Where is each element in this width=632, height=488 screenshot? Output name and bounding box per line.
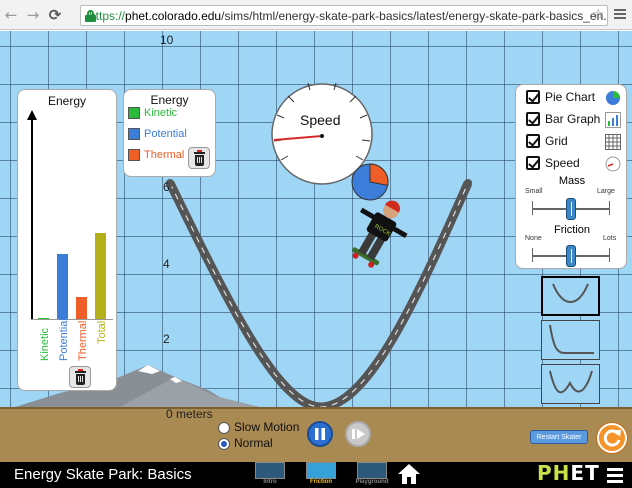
slow-motion-label: Slow Motion bbox=[234, 420, 300, 434]
checkbox-checked-icon bbox=[526, 112, 540, 126]
pie-legend-title: Energy bbox=[150, 93, 189, 107]
kinetic-swatch bbox=[128, 107, 140, 119]
step-button[interactable] bbox=[345, 421, 371, 447]
friction-min-label: None bbox=[525, 235, 542, 242]
screen-tab-playground[interactable]: Playground bbox=[352, 462, 392, 485]
normal-speed-radio[interactable] bbox=[218, 438, 230, 450]
home-icon[interactable] bbox=[397, 463, 421, 485]
back-icon[interactable]: ← bbox=[0, 6, 22, 24]
browser-toolbar: ← → ⟳ https://phet.colorado.edu/sims/htm… bbox=[0, 0, 632, 30]
y-label-6: 6 bbox=[163, 180, 170, 194]
track-select-slope[interactable] bbox=[541, 320, 600, 360]
slow-motion-radio[interactable] bbox=[218, 422, 230, 434]
speedometer-icon bbox=[605, 156, 621, 172]
bookmark-star-icon[interactable]: ☆ bbox=[592, 7, 605, 23]
pie-chart-checkbox[interactable]: Pie Chart bbox=[526, 90, 595, 104]
bar-graph-title: Energy bbox=[47, 94, 87, 108]
energy-bar-thermal bbox=[76, 297, 87, 319]
screen-tab-friction[interactable]: Friction bbox=[301, 462, 341, 485]
reload-icon[interactable]: ⟳ bbox=[44, 6, 66, 24]
phet-logo[interactable]: PHET bbox=[537, 461, 600, 485]
legend-kinetic: Kinetic bbox=[128, 107, 177, 119]
bar-label-total: Total bbox=[96, 320, 108, 344]
restart-skater-button[interactable]: Restart Skater bbox=[530, 430, 588, 444]
bar-label-thermal: Thermal bbox=[77, 320, 89, 361]
legend-thermal: Thermal bbox=[128, 149, 184, 161]
potential-swatch bbox=[128, 128, 140, 140]
pause-icon bbox=[315, 428, 325, 440]
playground-screen-icon bbox=[357, 462, 387, 479]
friction-max-label: Lots bbox=[603, 235, 617, 242]
speedometer-label: Speed bbox=[300, 112, 341, 128]
pie-slice-thermal bbox=[369, 163, 389, 186]
friction-slider-thumb[interactable] bbox=[566, 245, 576, 267]
speed-checkbox[interactable]: Speed bbox=[526, 156, 580, 170]
intro-screen-icon bbox=[255, 462, 285, 479]
app: ← → ⟳ https://phet.colorado.edu/sims/htm… bbox=[0, 0, 632, 488]
energy-bar-graph-panel: Energy Kinetic Potential Thermal Total bbox=[17, 89, 117, 391]
phet-menu-icon[interactable] bbox=[607, 468, 623, 483]
mass-label: Mass bbox=[558, 175, 586, 187]
y-label-10: 10 bbox=[160, 33, 174, 47]
mass-max-label: Large bbox=[597, 188, 615, 195]
checkbox-checked-icon bbox=[526, 90, 540, 104]
pie-chart-icon bbox=[606, 91, 620, 105]
y-label-0-meters: 0 meters bbox=[166, 407, 213, 421]
skater[interactable]: ROCK bbox=[338, 189, 418, 276]
thermal-swatch bbox=[128, 149, 140, 161]
track-select-parabola[interactable] bbox=[541, 276, 600, 316]
checkbox-checked-icon bbox=[526, 156, 540, 170]
mass-slider-thumb[interactable] bbox=[566, 198, 576, 220]
energy-pie-chart bbox=[351, 163, 389, 201]
energy-axis-arrow bbox=[27, 110, 37, 320]
step-forward-icon bbox=[352, 429, 365, 439]
y-label-2: 2 bbox=[163, 332, 170, 346]
y-label-4: 4 bbox=[163, 257, 170, 271]
legend-potential: Potential bbox=[128, 128, 187, 140]
reset-icon bbox=[603, 429, 621, 447]
grid-icon bbox=[605, 134, 621, 150]
browser-menu-icon[interactable] bbox=[614, 7, 626, 21]
energy-bar-kinetic bbox=[38, 318, 49, 319]
normal-speed-label: Normal bbox=[234, 436, 273, 450]
grid-checkbox[interactable]: Grid bbox=[526, 134, 568, 148]
energy-bar-total bbox=[95, 233, 106, 319]
skate-track[interactable] bbox=[165, 181, 473, 412]
bar-graph-checkbox[interactable]: Bar Graph bbox=[526, 112, 600, 126]
url-text: https://phet.colorado.edu/sims/html/ener… bbox=[89, 8, 608, 23]
forward-icon[interactable]: → bbox=[22, 6, 44, 24]
bar-graph-icon bbox=[605, 112, 621, 128]
pie-legend-panel: Energy Kinetic Potential Thermal bbox=[123, 89, 216, 177]
controls-panel: Pie Chart Bar Graph Grid Speed Mass Smal… bbox=[515, 84, 627, 269]
friction-screen-icon bbox=[306, 462, 336, 479]
clear-thermal-pie-button[interactable] bbox=[188, 147, 210, 169]
track-select-double-well[interactable] bbox=[541, 364, 600, 404]
checkbox-checked-icon bbox=[526, 134, 540, 148]
address-bar[interactable]: https://phet.colorado.edu/sims/html/ener… bbox=[80, 5, 608, 26]
pause-button[interactable] bbox=[307, 421, 333, 447]
app-title: Energy Skate Park: Basics bbox=[14, 466, 192, 483]
screen-tab-intro[interactable]: Intro bbox=[250, 462, 290, 485]
bar-label-potential: Potential bbox=[58, 318, 70, 361]
energy-bar-potential bbox=[57, 254, 68, 319]
reset-all-button[interactable] bbox=[597, 423, 627, 453]
mass-min-label: Small bbox=[525, 188, 543, 195]
clear-thermal-bar-button[interactable] bbox=[69, 366, 91, 388]
bar-label-kinetic: Kinetic bbox=[39, 327, 51, 361]
